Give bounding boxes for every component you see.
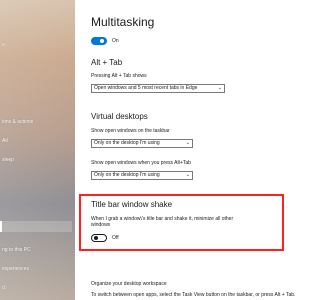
sidebar-item-experiences[interactable]: experiences <box>0 264 70 275</box>
alt-tab-dropdown-value: Open windows and 5 most recent tabs in E… <box>94 85 198 91</box>
sidebar-item-notifications-actions[interactable]: ions & actions <box>0 117 70 128</box>
sidebar-item-label: ions & actions <box>2 119 34 125</box>
title-bar-window-shake-toggle-label: Off <box>112 235 119 241</box>
settings-sidebar: e ions & actions Alt sleep ng to this PC… <box>0 0 75 300</box>
page-title: Multitasking <box>91 15 155 29</box>
organize-workspace-title: Organize your desktop workspace <box>91 281 167 287</box>
sidebar-item-tablet[interactable] <box>0 198 70 209</box>
chevron-down-icon: ⌄ <box>185 172 190 178</box>
snap-toggle-label: On <box>112 38 119 44</box>
chevron-down-icon: ⌄ <box>185 140 190 146</box>
taskbar-windows-dropdown[interactable]: Only on the desktop I'm using ⌄ <box>91 139 193 148</box>
snap-toggle[interactable] <box>91 37 107 45</box>
alt-tab-label: Pressing Alt + Tab shows <box>91 73 147 79</box>
alt-tab-dropdown[interactable]: Open windows and 5 most recent tabs in E… <box>91 84 225 93</box>
alt-tab-windows-label: Show open windows when you press Alt+Tab <box>91 160 191 166</box>
sidebar-item-storage[interactable] <box>0 176 70 187</box>
sidebar-item-display[interactable] <box>0 60 70 71</box>
sidebar-item-label: d <box>2 285 5 291</box>
sidebar-item-label: sleep <box>2 157 14 163</box>
sidebar-item-multitasking[interactable] <box>0 221 72 232</box>
sidebar-item-home[interactable]: e <box>0 40 70 51</box>
settings-window: e ions & actions Alt sleep ng to this PC… <box>0 0 300 300</box>
settings-content: Multitasking On Alt + Tab Pressing Alt +… <box>75 0 300 300</box>
organize-workspace-text: To switch between open apps, select the … <box>91 292 296 298</box>
toggle-knob <box>94 236 98 240</box>
title-bar-window-shake-title: Title bar window shake <box>91 200 173 209</box>
sidebar-item-sound[interactable] <box>0 80 70 91</box>
title-bar-window-shake-description-line-2: windows <box>91 222 111 228</box>
taskbar-windows-label: Show open windows on the taskbar <box>91 128 170 134</box>
sidebar-item-label: e <box>2 42 5 48</box>
alt-tab-windows-dropdown[interactable]: Only on the desktop I'm using ⌄ <box>91 171 193 180</box>
sidebar-item-about[interactable]: d <box>0 283 70 294</box>
sidebar-item-sleep[interactable]: sleep <box>0 155 70 166</box>
toggle-knob <box>100 39 104 43</box>
taskbar-windows-dropdown-value: Only on the desktop I'm using <box>94 140 160 146</box>
title-bar-window-shake-toggle[interactable] <box>91 234 107 242</box>
sidebar-item-label: experiences <box>2 266 29 272</box>
alt-tab-title: Alt + Tab <box>91 58 123 67</box>
alt-tab-windows-dropdown-value: Only on the desktop I'm using <box>94 172 160 178</box>
chevron-down-icon: ⌄ <box>217 85 222 91</box>
virtual-desktops-title: Virtual desktops <box>91 112 148 121</box>
